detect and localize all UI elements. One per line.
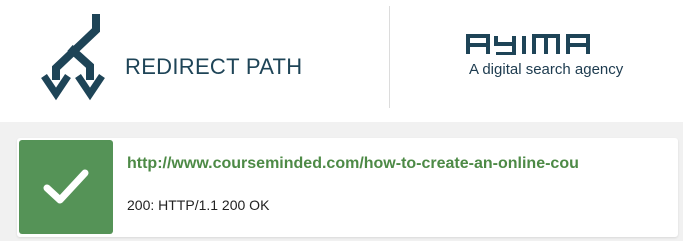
header-divider [389,6,390,108]
ayima-logo [466,34,590,55]
extension-header: REDIRECT PATH A digital search agency [0,0,683,122]
check-icon [43,169,89,204]
result-url-link[interactable]: http://www.courseminded.com/how-to-creat… [127,155,579,173]
status-indicator [19,140,113,234]
brand-title: REDIRECT PATH [125,54,303,79]
redirect-path-logo-icon [41,14,105,101]
redirect-result-card[interactable]: http://www.courseminded.com/how-to-creat… [17,138,678,237]
result-status-text: 200: HTTP/1.1 200 OK [127,197,270,213]
results-area: http://www.courseminded.com/how-to-creat… [0,122,683,241]
ayima-tagline: A digital search agency [469,61,624,78]
redirect-path-brand: REDIRECT PATH [38,12,338,102]
ayima-brand[interactable]: A digital search agency [466,33,656,83]
